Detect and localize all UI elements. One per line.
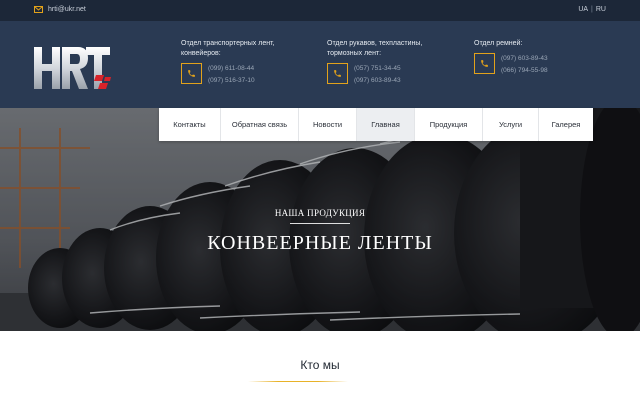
nav-item-services[interactable]: Услуги bbox=[483, 108, 539, 141]
language-switcher: UA | RU bbox=[578, 6, 606, 13]
top-bar: hrti@ukr.net UA | RU bbox=[0, 0, 640, 21]
contact-block-belts: Отдел ремней: (097) 603-89-43 (066) 794-… bbox=[474, 39, 599, 77]
phone-number[interactable]: (097) 603-89-43 bbox=[501, 53, 548, 65]
about-section: Кто мы bbox=[0, 331, 640, 400]
site-header: Отдел транспортерных лент, конвейеров: (… bbox=[0, 21, 640, 108]
phone-number[interactable]: (057) 751-34-45 bbox=[354, 63, 401, 75]
hero-subtitle: НАША ПРОДУКЦИЯ bbox=[274, 208, 366, 218]
lang-separator: | bbox=[591, 6, 593, 13]
phone-icon bbox=[474, 53, 495, 74]
nav-item-feedback[interactable]: Обратная связь bbox=[221, 108, 299, 141]
lang-ru-link[interactable]: RU bbox=[596, 6, 606, 13]
nav-item-news[interactable]: Новости bbox=[299, 108, 357, 141]
phone-number[interactable]: (099) 611-08-44 bbox=[208, 63, 255, 75]
contact-block-hoses-plates: Отдел рукавов, техпластины, тормозных ле… bbox=[327, 39, 442, 87]
phone-icon bbox=[181, 63, 202, 84]
hero-caption: НАША ПРОДУКЦИЯ КОНВЕЕРНЫЕ ЛЕНТЫ bbox=[0, 208, 640, 255]
phone-number[interactable]: (066) 794-55-98 bbox=[501, 65, 548, 77]
contact-title: Отдел рукавов, техпластины, тормозных ле… bbox=[327, 40, 423, 57]
contact-title: Отдел транспортерных лент, конвейеров: bbox=[181, 40, 275, 57]
hero-title: КОНВЕЕРНЫЕ ЛЕНТЫ bbox=[207, 232, 433, 254]
lang-ua-link[interactable]: UA bbox=[578, 6, 588, 13]
contact-title: Отдел ремней: bbox=[474, 40, 523, 47]
nav-item-home[interactable]: Главная bbox=[357, 108, 415, 141]
main-nav: Контакты Обратная связь Новости Главная … bbox=[159, 108, 593, 141]
contact-block-belts-conveyors: Отдел транспортерных лент, конвейеров: (… bbox=[181, 39, 306, 87]
phone-number[interactable]: (097) 603-89-43 bbox=[354, 75, 401, 87]
nav-item-gallery[interactable]: Галерея bbox=[539, 108, 593, 141]
nav-item-contacts[interactable]: Контакты bbox=[159, 108, 221, 141]
hrt-logo-graphic bbox=[34, 47, 111, 89]
email-link[interactable]: hrti@ukr.net bbox=[34, 6, 86, 13]
phone-number[interactable]: (097) 516-37-10 bbox=[208, 75, 255, 87]
phone-icon bbox=[327, 63, 348, 84]
site-logo[interactable] bbox=[32, 45, 112, 93]
about-title-underline bbox=[248, 381, 348, 382]
nav-item-products[interactable]: Продукция bbox=[415, 108, 483, 141]
hero-divider bbox=[290, 223, 350, 224]
envelope-icon bbox=[34, 6, 43, 13]
email-text: hrti@ukr.net bbox=[48, 6, 86, 13]
about-title: Кто мы bbox=[300, 358, 340, 372]
